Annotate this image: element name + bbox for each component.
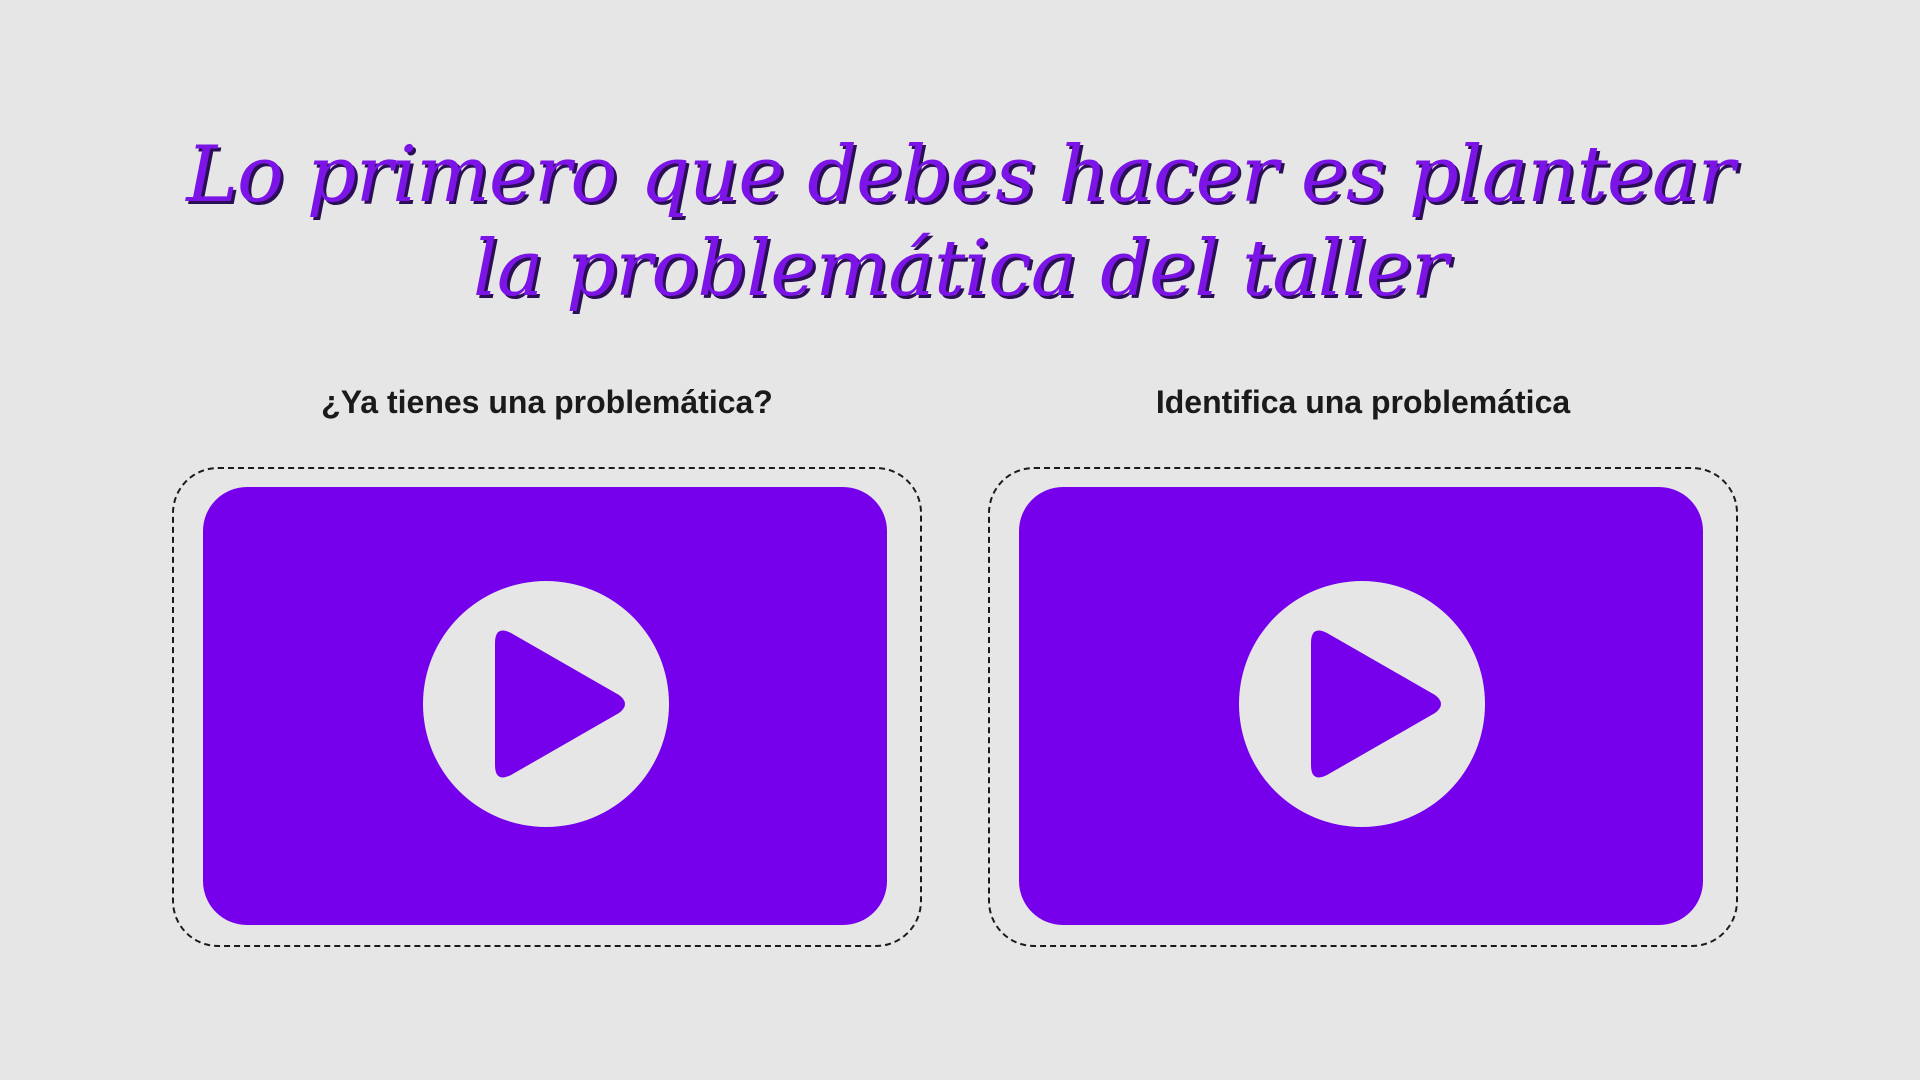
play-icon[interactable] [423,581,669,827]
video-section-identify-problem: Identifica una problemática [988,380,1738,950]
video-player[interactable] [203,487,887,925]
video-label: ¿Ya tienes una problemática? [321,384,773,420]
video-player[interactable] [1019,487,1703,925]
page-title-line-1: Lo primero que debes hacer es plantear [186,130,1735,220]
video-label: Identifica una problemática [1155,384,1571,420]
page-title-line-2: la problemática del taller [472,224,1448,314]
video-section-existing-problem: ¿Ya tienes una problemática? [172,380,922,950]
play-icon[interactable] [1239,581,1485,827]
page-title: Lo primero que debes hacer es plantear l… [0,128,1920,316]
